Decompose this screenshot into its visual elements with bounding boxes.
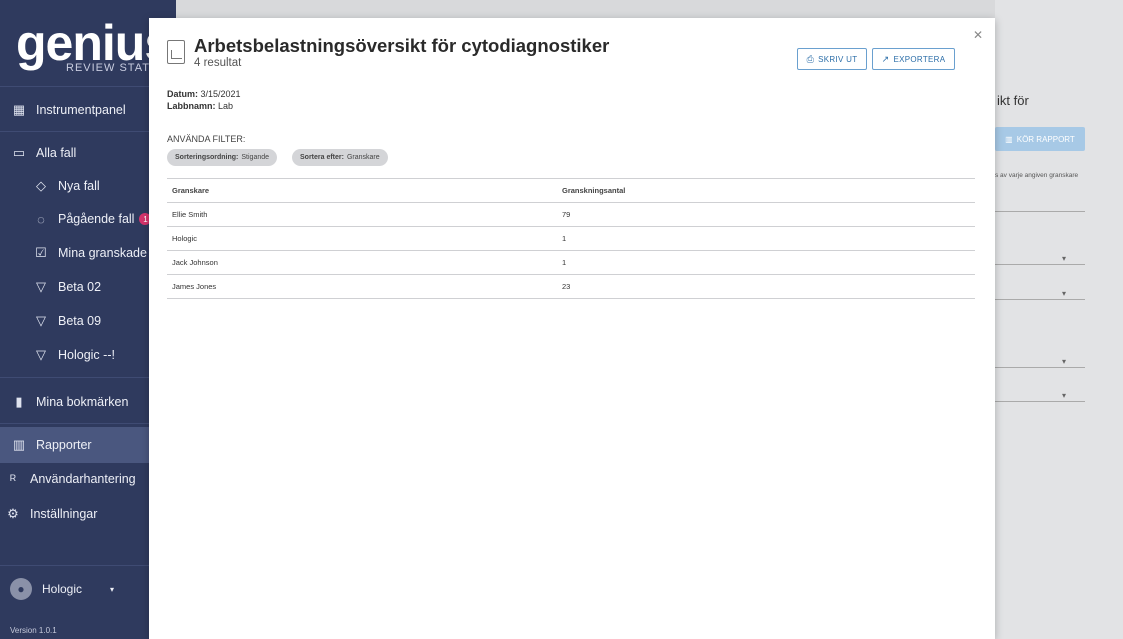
external-link-icon: ↗ [881, 53, 890, 64]
user-name: Hologic [42, 582, 83, 596]
chevron-down-icon: ▾ [110, 584, 115, 594]
table-row: Hologic 1 [167, 227, 975, 251]
checkbox-icon: ☑ [35, 245, 47, 260]
count-cell: 1 [562, 234, 567, 243]
report-icon [167, 40, 185, 64]
export-button[interactable]: ↗ EXPORTERA [872, 48, 955, 70]
chevron-down-icon: ▾ [1062, 289, 1067, 298]
bookmark-icon: ▮ [15, 394, 23, 409]
filter-icon: ▽ [36, 313, 46, 328]
modal-title: Arbetsbelastningsöversikt för cytodiagno… [194, 35, 610, 56]
filter-chip-sort-order: Sorteringsordning: Stigande [167, 149, 278, 166]
gear-icon: ⚙ [7, 506, 19, 521]
column-header-review-count[interactable]: Granskningsantal [562, 179, 625, 202]
dashboard-icon: ▦ [12, 102, 26, 117]
tag-icon: ◇ [36, 178, 46, 193]
results-table: Granskare Granskningsantal Ellie Smith 7… [167, 178, 975, 299]
lab-line: Labbnamn: Lab [167, 101, 234, 111]
reports-icon: ▥ [1005, 134, 1013, 144]
chevron-down-icon: ▾ [1062, 357, 1067, 366]
dropdown-field[interactable] [995, 264, 1085, 265]
date-line: Datum: 3/15/2021 [167, 89, 241, 99]
users-icon: ᴿ [10, 471, 16, 487]
reviewer-cell: James Jones [172, 282, 217, 291]
app-logo: genius [16, 15, 172, 71]
filter-icon: ▽ [36, 347, 46, 362]
progress-icon: ◌ [37, 211, 45, 227]
reports-icon: ▥ [12, 437, 26, 452]
filter-chip-sort-by: Sortera efter: Granskare [292, 149, 388, 166]
filters-label: ANVÄNDA FILTER: [167, 134, 246, 144]
table-row: Ellie Smith 79 [167, 203, 975, 227]
user-menu[interactable]: ● Hologic ▾ [10, 578, 114, 600]
folder-icon: ▭ [12, 145, 26, 160]
divider [995, 211, 1085, 212]
version-label: Version 1.0.1 [10, 626, 57, 635]
reviewer-cell: Hologic [172, 234, 198, 243]
count-cell: 23 [562, 282, 571, 291]
dropdown-field[interactable] [995, 401, 1085, 402]
background-description: s av varje angiven granskare [995, 172, 1079, 179]
column-header-reviewer[interactable]: Granskare [172, 179, 209, 202]
result-count: 4 resultat [194, 57, 242, 69]
table-row: James Jones 23 [167, 275, 975, 299]
reviewer-cell: Jack Johnson [172, 258, 218, 267]
table-header-row: Granskare Granskningsantal [167, 178, 975, 203]
run-report-button[interactable]: ▥ KÖR RAPPORT [995, 127, 1085, 151]
dropdown-field[interactable] [995, 367, 1085, 368]
count-cell: 1 [562, 258, 567, 267]
report-modal: Arbetsbelastningsöversikt för cytodiagno… [149, 18, 995, 639]
chevron-down-icon: ▾ [1062, 254, 1067, 263]
dropdown-field[interactable] [995, 299, 1085, 300]
chevron-down-icon: ▾ [1062, 391, 1067, 400]
printer-icon: ⎙ [806, 53, 815, 64]
print-button[interactable]: ⎙ SKRIV UT [797, 48, 867, 70]
reviewer-cell: Ellie Smith [172, 210, 208, 219]
close-icon[interactable]: ✕ [973, 28, 983, 42]
count-cell: 79 [562, 210, 571, 219]
table-row: Jack Johnson 1 [167, 251, 975, 275]
background-report-title: ikt för [997, 93, 1029, 108]
filter-icon: ▽ [36, 279, 46, 294]
avatar: ● [10, 578, 32, 600]
